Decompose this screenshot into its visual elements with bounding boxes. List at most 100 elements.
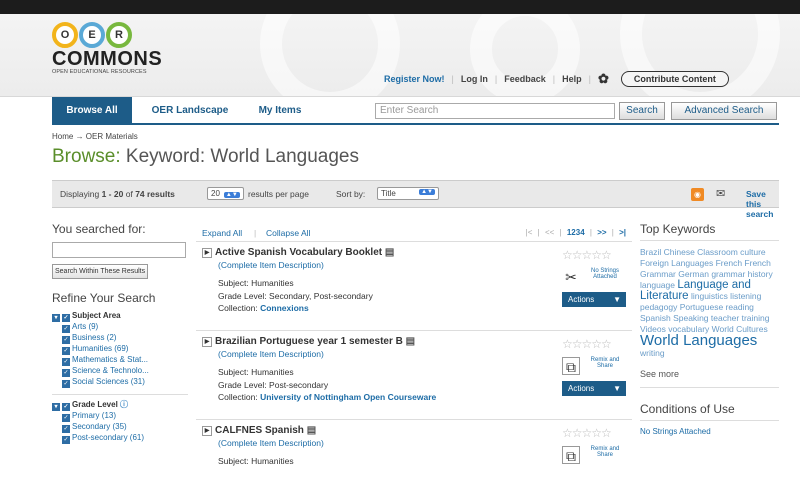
expand-arrow-icon: ▶ xyxy=(202,426,212,436)
subject-filter-mathematics[interactable]: ✓ Mathematics & Stat... xyxy=(52,355,188,366)
first-page-button[interactable]: |< xyxy=(526,228,533,237)
license-badge[interactable]: ⧉ Remix and Share xyxy=(562,443,626,467)
no-strings-attached-link[interactable]: No Strings Attached xyxy=(640,427,779,436)
keyword-writing[interactable]: writing xyxy=(640,348,665,358)
results-count: Displaying 1 - 20 of 74 results xyxy=(60,189,175,199)
logo-wordmark: COMMONS xyxy=(52,48,163,70)
grade-level-header[interactable]: ▾ ✓ Grade Level ⓘ xyxy=(52,399,188,411)
register-link[interactable]: Register Now! xyxy=(384,74,445,84)
grade-filter-primary[interactable]: ✓ Primary (13) xyxy=(52,411,188,422)
sort-label: Sort by: xyxy=(336,189,366,199)
actions-button[interactable]: Actions ▼ xyxy=(562,292,626,307)
actions-button[interactable]: Actions ▼ xyxy=(562,381,626,396)
keyword-cloud[interactable]: Brazil Chinese Classroom culture Foreign… xyxy=(640,247,779,359)
search-input[interactable]: Enter Search xyxy=(375,103,615,119)
result-title[interactable]: ▶ Active Spanish Vocabulary Booklet ▤ xyxy=(202,247,394,258)
keyword-world-languages[interactable]: World Languages xyxy=(640,332,757,349)
result-meta: Subject: Humanities Grade Level: Post-se… xyxy=(218,367,437,402)
searched-heading: You searched for: xyxy=(52,222,146,236)
result-item: ▶ Brazilian Portuguese year 1 semester B … xyxy=(196,331,632,420)
rss-icon[interactable]: ◉ xyxy=(691,188,704,201)
feedback-link[interactable]: Feedback xyxy=(504,74,546,84)
info-icon: ⓘ xyxy=(120,400,129,409)
main-nav: Browse All OER Landscape My Items Enter … xyxy=(0,96,800,125)
pagination: |< | << | 1234 | >> | >| xyxy=(525,228,626,237)
document-icon: ▤ xyxy=(384,247,395,258)
tab-my-items[interactable]: My Items xyxy=(250,97,310,124)
top-keywords-heading: Top Keywords xyxy=(640,222,779,241)
results-controls: Expand All | Collapse All |< | << | 1234… xyxy=(196,222,632,242)
next-page-button[interactable]: >> xyxy=(597,228,606,237)
tab-browse-all[interactable]: Browse All xyxy=(52,97,132,124)
checkbox-icon: ✓ xyxy=(62,314,70,322)
collapse-all-link[interactable]: Collapse All xyxy=(266,228,310,238)
rating-stars[interactable]: ☆☆☆☆☆ xyxy=(562,248,612,262)
license-badge[interactable]: ⧉ Remix and Share xyxy=(562,354,626,378)
login-link[interactable]: Log In xyxy=(461,74,488,84)
see-more-link[interactable]: See more xyxy=(640,369,779,388)
help-link[interactable]: Help xyxy=(562,74,582,84)
result-meta: Subject: Humanities Grade Level: Seconda… xyxy=(218,278,373,313)
tab-oer-landscape[interactable]: OER Landscape xyxy=(140,97,240,124)
result-title[interactable]: ▶ CALFNES Spanish ▤ xyxy=(202,425,316,436)
logo-tagline: OPEN EDUCATIONAL RESOURCES xyxy=(52,69,147,75)
header-links: Register Now! | Log In | Feedback | Help | ✿… xyxy=(384,71,729,87)
document-icon: ▤ xyxy=(306,425,317,436)
top-band xyxy=(0,0,800,14)
collection-link[interactable]: Connexions xyxy=(260,303,309,313)
subject-filter-business[interactable]: ✓ Business (2) xyxy=(52,333,188,344)
expand-arrow-icon: ▶ xyxy=(202,248,212,258)
collection-link[interactable]: University of Nottingham Open Courseware xyxy=(260,392,436,402)
license-badge[interactable]: ✂ No Strings Attached xyxy=(562,265,626,289)
chevron-down-icon: ▼ xyxy=(613,295,621,304)
scissors-icon: ✂ xyxy=(565,269,577,285)
search-within-button[interactable]: Search Within These Results xyxy=(52,264,149,279)
page-numbers[interactable]: 1234 xyxy=(567,228,585,237)
advanced-search-button[interactable]: Advanced Search xyxy=(671,102,777,120)
title-text: Keyword: World Languages xyxy=(125,146,359,167)
checkbox-icon: ✓ xyxy=(62,403,70,411)
grade-filter-post-secondary[interactable]: ✓ Post-secondary (61) xyxy=(52,433,188,444)
refine-search-input[interactable] xyxy=(52,242,186,258)
email-icon[interactable]: ✉ xyxy=(716,187,725,200)
search-button[interactable]: Search xyxy=(619,102,665,120)
grade-filter-secondary[interactable]: ✓ Secondary (35) xyxy=(52,422,188,433)
rating-stars[interactable]: ☆☆☆☆☆ xyxy=(562,426,612,440)
expand-all-link[interactable]: Expand All xyxy=(202,228,242,238)
result-item: ▶ CALFNES Spanish ▤ (Complete Item Descri… xyxy=(196,420,632,489)
item-description-link[interactable]: (Complete Item Description) xyxy=(218,260,324,270)
gear-icon[interactable]: ✿ xyxy=(598,71,609,87)
item-description-link[interactable]: (Complete Item Description) xyxy=(218,349,324,359)
oer-commons-logo[interactable]: OER COMMONS OPEN EDUCATIONAL RESOURCES xyxy=(52,22,162,75)
item-description-link[interactable]: (Complete Item Description) xyxy=(218,438,324,448)
save-search-link[interactable]: Save this search xyxy=(746,189,779,219)
subject-filter-humanities[interactable]: ✓ Humanities (69) xyxy=(52,344,188,355)
contribute-content-button[interactable]: Contribute Content xyxy=(620,71,729,87)
chevron-down-icon: ▼ xyxy=(613,384,621,393)
per-page-select[interactable]: 20 ▲▼ xyxy=(207,187,244,200)
collapse-icon: ▾ xyxy=(52,314,60,322)
subject-filter-arts[interactable]: ✓ Arts (9) xyxy=(52,322,188,333)
conditions-of-use-heading: Conditions of Use xyxy=(640,402,779,421)
left-sidebar: You searched for: Search Within These Re… xyxy=(52,222,188,444)
nav-underline xyxy=(52,123,779,125)
last-page-button[interactable]: >| xyxy=(619,228,626,237)
sort-select[interactable]: Title ▲▼ xyxy=(377,187,439,200)
right-sidebar: Top Keywords Brazil Chinese Classroom cu… xyxy=(640,222,779,436)
subject-filter-social-sciences[interactable]: ✓ Social Sciences (31) xyxy=(52,377,188,388)
remix-icon: ⧉ xyxy=(562,357,580,375)
refine-heading: Refine Your Search xyxy=(52,291,156,305)
page-title: Browse: Keyword: World Languages xyxy=(52,146,359,168)
subject-area-header[interactable]: ▾ ✓ Subject Area xyxy=(52,311,188,322)
logo-o-circle: O xyxy=(52,22,78,48)
site-header: OER COMMONS OPEN EDUCATIONAL RESOURCES R… xyxy=(0,14,800,96)
prev-page-button[interactable]: << xyxy=(545,228,554,237)
title-label: Browse: xyxy=(52,146,121,167)
per-page-label: results per page xyxy=(248,189,309,199)
breadcrumb[interactable]: Home → OER Materials xyxy=(52,132,138,141)
result-title[interactable]: ▶ Brazilian Portuguese year 1 semester B … xyxy=(202,336,415,347)
remix-icon: ⧉ xyxy=(562,446,580,464)
rating-stars[interactable]: ☆☆☆☆☆ xyxy=(562,337,612,351)
subject-filter-science[interactable]: ✓ Science & Technolo... xyxy=(52,366,188,377)
logo-r-circle: R xyxy=(106,22,132,48)
